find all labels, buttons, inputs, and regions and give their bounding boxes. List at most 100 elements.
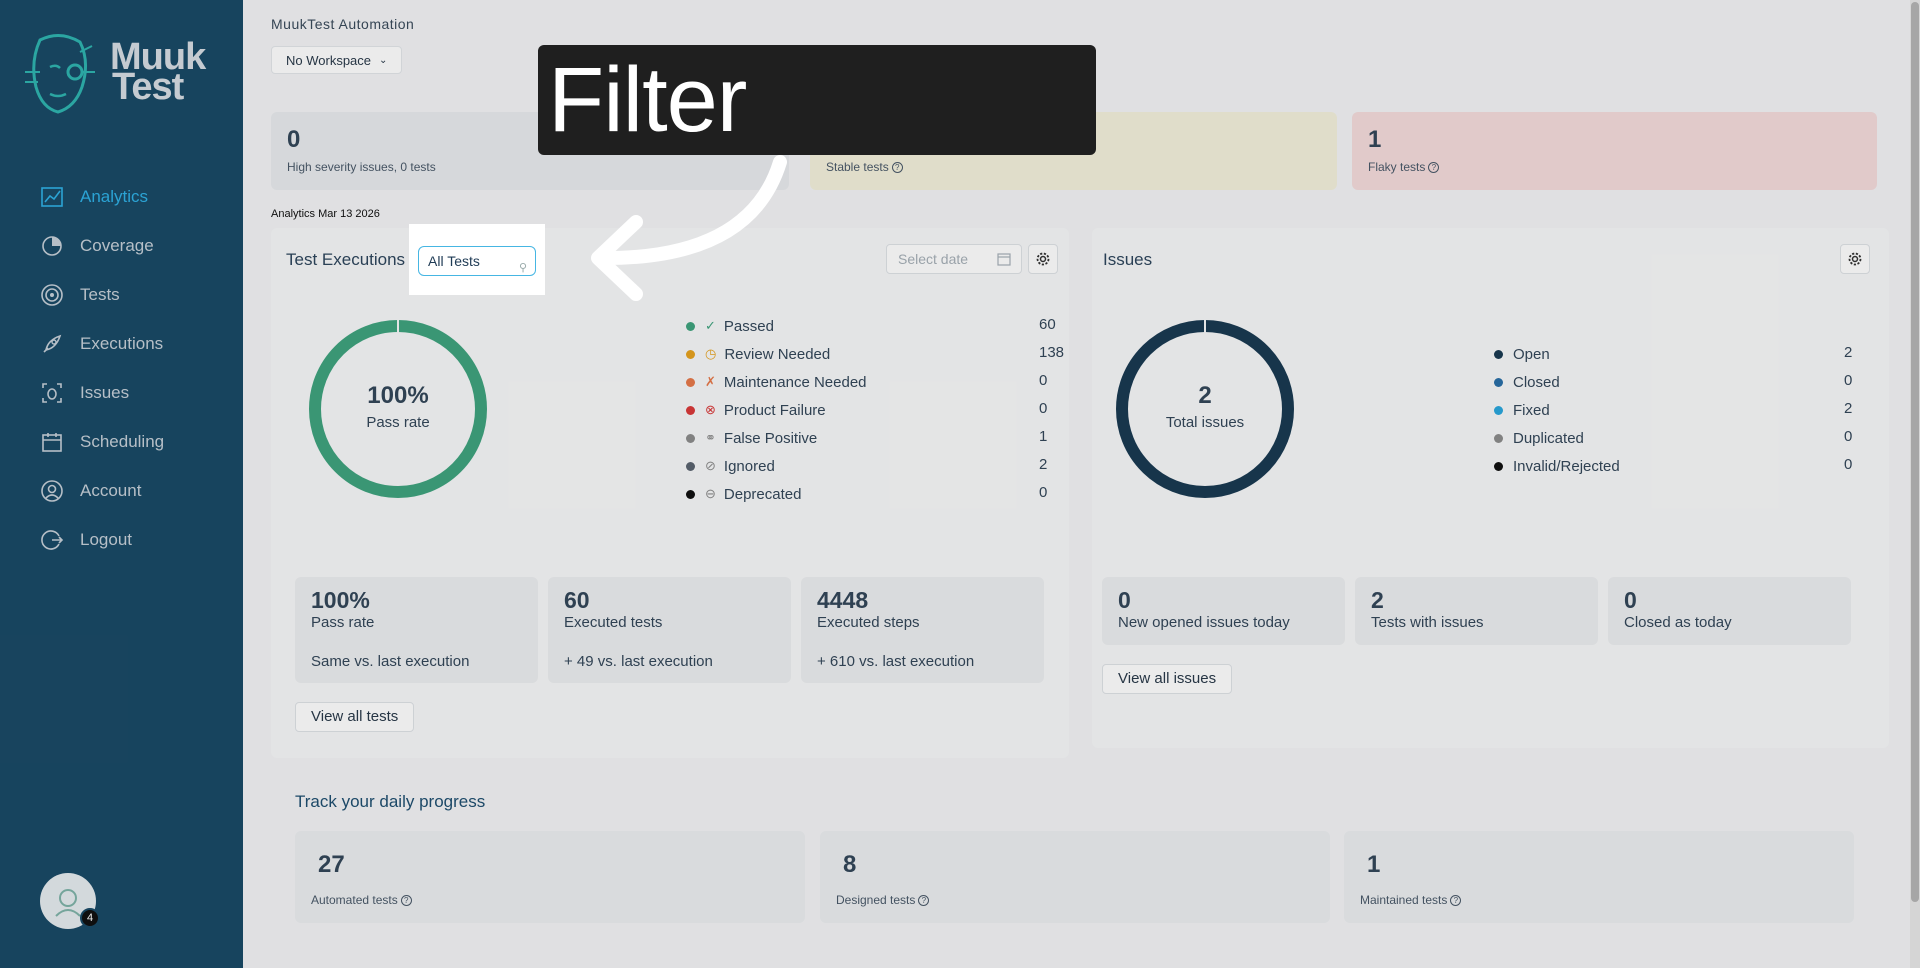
legend-item-open[interactable]: Open [1494, 344, 1550, 364]
flaky-tests-label: Flaky tests [1368, 160, 1426, 174]
legend-label: Review Needed [724, 345, 831, 363]
help-icon[interactable]: ? [400, 895, 412, 907]
legend-item-deprecated[interactable]: ⊖ Deprecated [686, 484, 801, 504]
logo-face-icon [25, 34, 95, 114]
legend-value: 0 [1844, 428, 1853, 445]
notification-badge[interactable]: 4 [80, 908, 100, 928]
executions-settings-button[interactable] [1028, 244, 1058, 274]
legend-label: Fixed [1513, 401, 1550, 419]
check-circle-icon: ✓ [705, 318, 716, 333]
pass-rate-label: Pass rate [366, 414, 430, 431]
legend-item-review-needed[interactable]: ◷ Review Needed [686, 344, 830, 364]
designed-tests-label: Designed tests [836, 893, 916, 907]
sidebar-item-account[interactable]: Account [38, 466, 164, 515]
kpi-tests-with-issues: 2 Tests with issues [1355, 577, 1598, 645]
legend-dot [686, 377, 695, 387]
help-icon[interactable]: ? [1428, 162, 1440, 174]
legend-value: 0 [1039, 400, 1048, 417]
pass-rate-center: 100% Pass rate [333, 382, 463, 431]
sidebar-item-analytics[interactable]: Analytics [38, 172, 164, 221]
designed-tests-value: 8 [843, 851, 857, 878]
help-icon[interactable]: ? [891, 162, 903, 174]
test-filter-input[interactable]: All Tests ⚲ [418, 246, 536, 276]
kpi-pass-rate: 100% Pass rate Same vs. last execution [295, 577, 538, 683]
legend-item-passed[interactable]: ✓ Passed [686, 316, 774, 336]
sidebar-item-scheduling[interactable]: Scheduling [38, 417, 164, 466]
x-circle-icon: ⊗ [705, 402, 716, 417]
logo-wordmark: Muuk Test [110, 36, 206, 108]
legend-dot [1494, 349, 1503, 359]
workspace-label: No Workspace [286, 52, 372, 68]
issues-settings-button[interactable] [1840, 244, 1870, 274]
date-picker[interactable]: Select date [886, 244, 1022, 274]
sidebar-item-issues[interactable]: Issues [38, 368, 164, 417]
automated-tests-value: 27 [318, 851, 345, 878]
legend-item-product-failure[interactable]: ⊗ Product Failure [686, 400, 826, 420]
kpi-delta: + 610 vs. last execution [817, 653, 975, 670]
minus-circle-icon: ⊖ [705, 486, 716, 501]
kpi-delta: + 49 vs. last execution [564, 653, 713, 670]
flaky-tests-value: 1 [1368, 126, 1382, 153]
chevron-down-icon: ⌄ [379, 54, 388, 66]
maintained-tests-value: 1 [1367, 851, 1381, 878]
sidebar-item-tests[interactable]: Tests [38, 270, 164, 319]
legend-item-fixed[interactable]: Fixed [1494, 400, 1550, 420]
legend-item-ignored[interactable]: ⊘ Ignored [686, 456, 775, 476]
rocket-icon [38, 330, 66, 358]
legend-dot [686, 433, 695, 443]
kpi-executed-tests: 60 Executed tests + 49 vs. last executio… [548, 577, 791, 683]
legend-item-maintenance-needed[interactable]: ✗ Maintenance Needed [686, 372, 867, 392]
sidebar-item-label: Tests [80, 284, 120, 304]
sidebar-item-label: Logout [80, 529, 132, 549]
muuktest-logo[interactable]: Muuk Test [20, 28, 230, 118]
kpi-value: 2 [1371, 587, 1384, 613]
legend-item-duplicated[interactable]: Duplicated [1494, 428, 1584, 448]
view-all-tests-button[interactable]: View all tests [295, 702, 415, 732]
kpi-value: 0 [1624, 587, 1637, 613]
test-executions-title: Test Executions [286, 250, 406, 269]
view-all-issues-button[interactable]: View all issues [1102, 664, 1233, 694]
page-scrollbar[interactable] [1910, 0, 1920, 968]
kpi-label: Pass rate [311, 614, 375, 631]
legend-value: 0 [1039, 372, 1048, 389]
target-icon [38, 281, 66, 309]
automated-tests-card: 27 Automated tests? [295, 831, 805, 923]
kpi-label: Closed as today [1624, 614, 1732, 631]
legend-item-closed[interactable]: Closed [1494, 372, 1560, 392]
legend-value: 60 [1039, 316, 1056, 333]
legend-value: 0 [1039, 484, 1048, 501]
filter-value: All Tests [428, 253, 480, 269]
legend-value: 138 [1039, 344, 1065, 361]
sidebar-item-label: Coverage [80, 235, 154, 255]
legend-item-false-positive[interactable]: ⚭ False Positive [686, 428, 817, 448]
sidebar-item-logout[interactable]: Logout [38, 515, 164, 564]
legend-value: 2 [1039, 456, 1048, 473]
kpi-label: Tests with issues [1371, 614, 1484, 631]
legend-label: Open [1513, 345, 1550, 363]
kpi-value: 0 [1118, 587, 1131, 613]
total-issues-value: 2 [1198, 382, 1212, 409]
legend-dot [686, 489, 695, 499]
kpi-value: 60 [564, 587, 590, 613]
kpi-value: 100% [311, 587, 370, 613]
kpi-executed-steps: 4448 Executed steps + 610 vs. last execu… [801, 577, 1044, 683]
scrollbar-thumb[interactable] [1911, 2, 1919, 902]
kpi-delta: Same vs. last execution [311, 653, 470, 670]
kpi-label: Executed tests [564, 614, 663, 631]
legend-item-invalid-rejected[interactable]: Invalid/Rejected [1494, 456, 1620, 476]
legend-label: Maintenance Needed [723, 373, 867, 391]
sidebar-item-executions[interactable]: Executions [38, 319, 164, 368]
workspace-dropdown[interactable]: No Workspace ⌄ [271, 46, 403, 74]
legend-value: 2 [1844, 344, 1853, 361]
maintained-tests-card: 1 Maintained tests? [1344, 831, 1854, 923]
legend-label: Passed [723, 317, 774, 335]
help-icon[interactable]: ? [1450, 895, 1462, 907]
legend-dot [1494, 377, 1503, 387]
sidebar-item-coverage[interactable]: Coverage [38, 221, 164, 270]
legend-value: 2 [1844, 400, 1853, 417]
search-icon: ⚲ [518, 262, 527, 274]
annotation-arrow-icon [591, 155, 787, 301]
pie-icon [38, 232, 66, 260]
help-icon[interactable]: ? [918, 895, 930, 907]
flaky-tests-card: 1 Flaky tests? [1352, 112, 1877, 190]
